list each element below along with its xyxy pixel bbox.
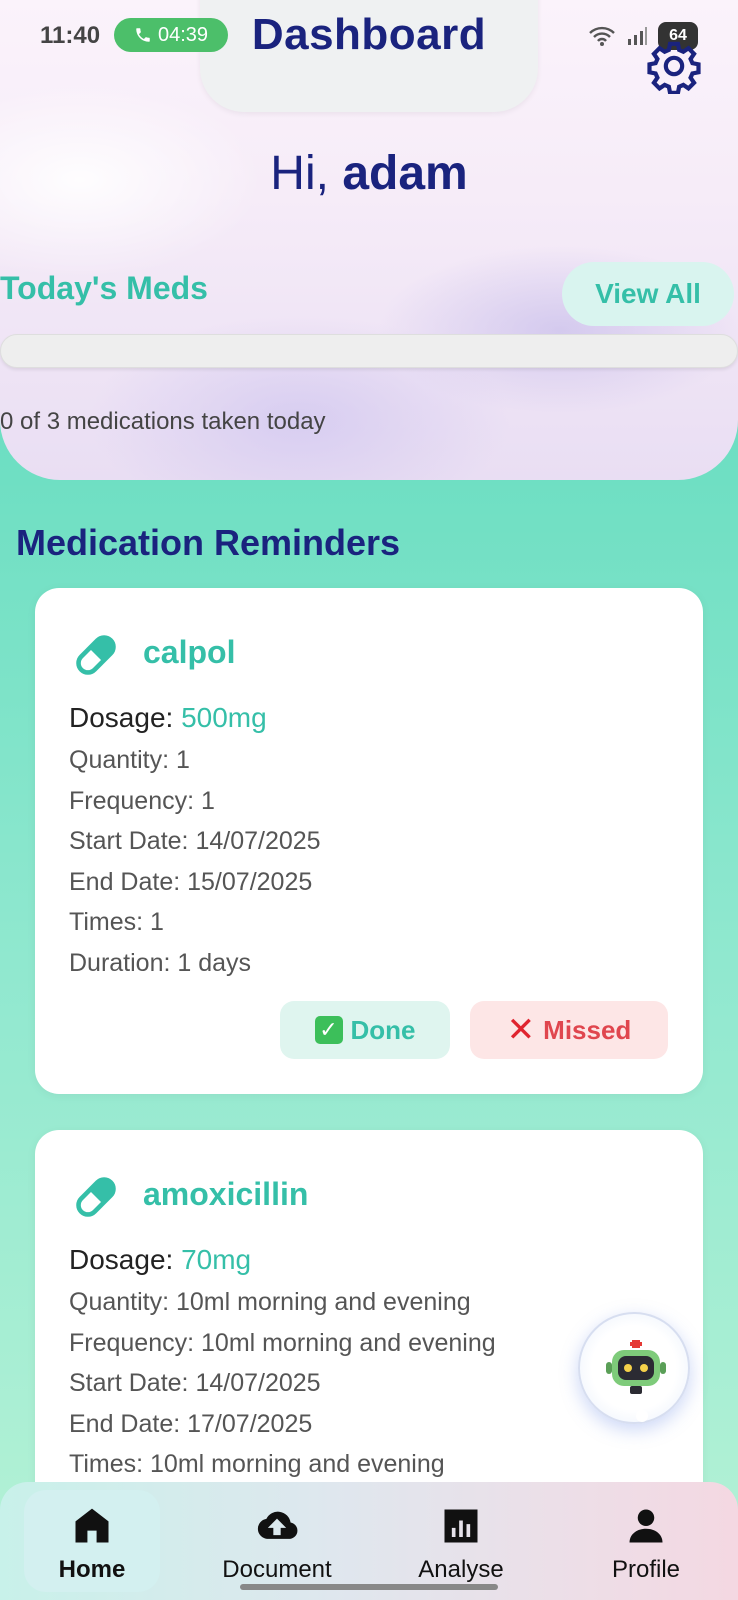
pill-icon xyxy=(76,1177,116,1217)
robot-icon xyxy=(606,1340,666,1394)
frequency-line: Frequency: 10ml morning and evening xyxy=(69,1328,496,1357)
times-line: Times: 1 xyxy=(69,908,164,936)
missed-button[interactable]: ✕ Missed xyxy=(470,1001,668,1059)
home-icon xyxy=(75,1508,109,1543)
signal-icon xyxy=(628,27,647,45)
bot-indicator-dot xyxy=(636,1410,648,1422)
frequency-line: Frequency: 1 xyxy=(69,786,215,815)
quantity-line: Quantity: 1 xyxy=(69,746,190,774)
view-all-button[interactable]: View All xyxy=(562,262,734,326)
bottom-navigation: Home Document Analyse Profile xyxy=(0,1482,738,1600)
done-button[interactable]: ✓ Done xyxy=(280,1001,450,1059)
nav-home-label: Home xyxy=(58,1556,126,1583)
nav-home[interactable]: Home xyxy=(24,1490,160,1592)
dosage-line: Dosage: 70mg xyxy=(69,1244,252,1275)
bar-chart-icon xyxy=(444,1509,478,1543)
pill-icon xyxy=(76,635,116,675)
nav-profile-label: Profile xyxy=(611,1556,681,1583)
meds-progress-bar xyxy=(0,334,738,368)
missed-label: Missed xyxy=(543,1014,632,1045)
medication-name: calpol xyxy=(143,634,236,670)
medication-card: calpol Dosage: 500mg Quantity: 1 Frequen… xyxy=(35,588,703,1094)
start-date-line: Start Date: 14/07/2025 xyxy=(69,827,321,855)
user-name: adam xyxy=(342,147,468,200)
dosage-value: 70mg xyxy=(181,1244,252,1275)
dosage-line: Dosage: 500mg xyxy=(69,702,267,733)
wifi-icon xyxy=(589,26,615,46)
home-indicator[interactable] xyxy=(240,1584,498,1590)
dosage-value: 500mg xyxy=(181,702,267,733)
page-title: Dashboard xyxy=(251,10,487,59)
status-time: 11:40 xyxy=(40,22,101,49)
nav-document-label: Document xyxy=(222,1556,332,1583)
assistant-bot-button[interactable] xyxy=(578,1312,690,1424)
start-date-line: Start Date: 14/07/2025 xyxy=(69,1369,321,1397)
gear-icon[interactable] xyxy=(646,38,702,94)
cloud-upload-icon xyxy=(257,1511,298,1539)
greeting-prefix: Hi, xyxy=(270,147,329,200)
todays-meds-title: Today's Meds xyxy=(0,270,208,306)
nav-document[interactable]: Document xyxy=(200,1482,354,1600)
medication-name: amoxicillin xyxy=(143,1176,309,1212)
end-date-line: End Date: 17/07/2025 xyxy=(69,1409,313,1438)
phone-icon xyxy=(136,28,150,42)
person-icon xyxy=(629,1509,663,1543)
nav-analyse-label: Analyse xyxy=(418,1556,504,1583)
times-line: Times: 10ml morning and evening xyxy=(69,1450,445,1478)
check-icon: ✓ xyxy=(314,1016,343,1044)
quantity-line: Quantity: 10ml morning and evening xyxy=(69,1288,471,1316)
end-date-line: End Date: 15/07/2025 xyxy=(69,867,313,896)
greeting: Hi, adam xyxy=(0,146,738,201)
duration-line: Duration: 1 days xyxy=(69,948,252,977)
cross-icon: ✕ xyxy=(506,1011,536,1049)
nav-profile[interactable]: Profile xyxy=(584,1482,708,1600)
reminders-title: Medication Reminders xyxy=(16,522,401,563)
meds-summary: 0 of 3 medications taken today xyxy=(0,408,326,435)
nav-analyse[interactable]: Analyse xyxy=(394,1482,528,1600)
done-label: Done xyxy=(350,1014,416,1045)
